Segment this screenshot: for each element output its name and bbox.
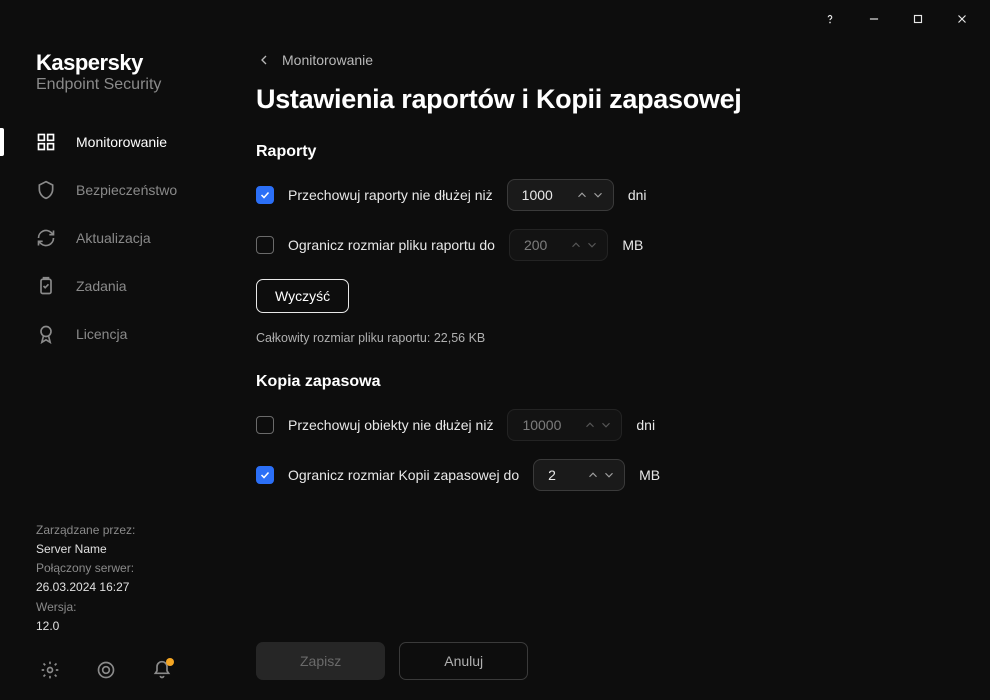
help-button[interactable]	[810, 4, 850, 34]
monitoring-icon	[36, 132, 56, 152]
chevron-down-icon[interactable]	[602, 468, 616, 482]
brand-title: Kaspersky	[36, 50, 240, 76]
backup-store-label: Przechowuj obiekty nie dłużej niż	[288, 417, 493, 433]
brand-subtitle: Endpoint Security	[36, 76, 240, 94]
reports-limit-row: Ogranicz rozmiar pliku raportu do 200 MB	[256, 229, 958, 261]
managed-by-label: Zarządzane przez:	[36, 521, 240, 540]
notification-dot	[166, 658, 174, 666]
backup-store-checkbox[interactable]	[256, 416, 274, 434]
backup-section-title: Kopia zapasowa	[256, 373, 958, 391]
shield-icon	[36, 180, 56, 200]
maximize-button[interactable]	[898, 4, 938, 34]
sidebar-item-label: Aktualizacja	[76, 230, 151, 246]
backup-store-value: 10000	[508, 417, 575, 433]
reports-store-row: Przechowuj raporty nie dłużej niż 1000 d…	[256, 179, 958, 211]
backup-limit-label: Ogranicz rozmiar Kopii zapasowej do	[288, 467, 519, 483]
backup-limit-row: Ogranicz rozmiar Kopii zapasowej do 2 MB	[256, 459, 958, 491]
managed-by-value: Server Name	[36, 540, 240, 559]
chevron-up-icon[interactable]	[569, 238, 583, 252]
sidebar-bottom-icons	[0, 646, 240, 700]
reports-store-value: 1000	[508, 187, 567, 203]
sidebar-item-label: Licencja	[76, 326, 127, 342]
reports-store-checkbox[interactable]	[256, 186, 274, 204]
nav: Monitorowanie Bezpieczeństwo Aktualizacj…	[0, 118, 240, 358]
save-button[interactable]: Zapisz	[256, 642, 385, 680]
sidebar-item-label: Monitorowanie	[76, 134, 167, 150]
content: Monitorowanie Ustawienia raportów i Kopi…	[240, 38, 990, 700]
support-icon[interactable]	[96, 660, 116, 680]
reports-store-spinner[interactable]: 1000	[507, 179, 614, 211]
reports-limit-checkbox[interactable]	[256, 236, 274, 254]
brand: Kaspersky Endpoint Security	[0, 50, 240, 118]
reports-limit-value: 200	[510, 237, 561, 253]
reports-total-size: Całkowity rozmiar pliku raportu: 22,56 K…	[256, 331, 958, 345]
backup-limit-checkbox[interactable]	[256, 466, 274, 484]
backup-limit-spinner[interactable]: 2	[533, 459, 625, 491]
backup-store-unit: dni	[636, 417, 655, 433]
version-value: 12.0	[36, 617, 240, 636]
backup-limit-unit: MB	[639, 467, 660, 483]
chevron-left-icon	[256, 52, 272, 68]
sidebar-item-label: Bezpieczeństwo	[76, 182, 177, 198]
settings-icon[interactable]	[40, 660, 60, 680]
chevron-up-icon[interactable]	[575, 188, 589, 202]
reports-store-label: Przechowuj raporty nie dłużej niż	[288, 187, 493, 203]
backup-store-row: Przechowuj obiekty nie dłużej niż 10000 …	[256, 409, 958, 441]
sidebar-item-tasks[interactable]: Zadania	[0, 262, 240, 310]
cancel-button[interactable]: Anuluj	[399, 642, 528, 680]
breadcrumb-text: Monitorowanie	[282, 52, 373, 68]
connected-label: Połączony serwer:	[36, 559, 240, 578]
sidebar-footer: Zarządzane przez: Server Name Połączony …	[0, 521, 240, 646]
breadcrumb[interactable]: Monitorowanie	[256, 52, 958, 68]
close-button[interactable]	[942, 4, 982, 34]
reports-limit-spinner[interactable]: 200	[509, 229, 608, 261]
chevron-up-icon[interactable]	[586, 468, 600, 482]
reports-limit-label: Ogranicz rozmiar pliku raportu do	[288, 237, 495, 253]
sidebar-item-update[interactable]: Aktualizacja	[0, 214, 240, 262]
page-title: Ustawienia raportów i Kopii zapasowej	[256, 84, 958, 115]
reports-limit-unit: MB	[622, 237, 643, 253]
window-titlebar	[0, 0, 990, 38]
chevron-down-icon[interactable]	[599, 418, 613, 432]
chevron-down-icon[interactable]	[585, 238, 599, 252]
reports-store-unit: dni	[628, 187, 647, 203]
chevron-up-icon[interactable]	[583, 418, 597, 432]
chevron-down-icon[interactable]	[591, 188, 605, 202]
badge-icon	[36, 324, 56, 344]
clear-row: Wyczyść	[256, 279, 958, 313]
sidebar: Kaspersky Endpoint Security Monitorowani…	[0, 38, 240, 700]
minimize-button[interactable]	[854, 4, 894, 34]
sidebar-item-monitoring[interactable]: Monitorowanie	[0, 118, 240, 166]
version-label: Wersja:	[36, 598, 240, 617]
backup-store-spinner[interactable]: 10000	[507, 409, 622, 441]
notifications-icon[interactable]	[152, 660, 172, 680]
sidebar-item-label: Zadania	[76, 278, 127, 294]
refresh-icon	[36, 228, 56, 248]
sidebar-item-license[interactable]: Licencja	[0, 310, 240, 358]
reports-section-title: Raporty	[256, 143, 958, 161]
sidebar-item-security[interactable]: Bezpieczeństwo	[0, 166, 240, 214]
clipboard-icon	[36, 276, 56, 296]
connected-value: 26.03.2024 16:27	[36, 578, 240, 597]
footer-buttons: Zapisz Anuluj	[256, 624, 958, 700]
clear-button[interactable]: Wyczyść	[256, 279, 349, 313]
backup-limit-value: 2	[534, 467, 578, 483]
